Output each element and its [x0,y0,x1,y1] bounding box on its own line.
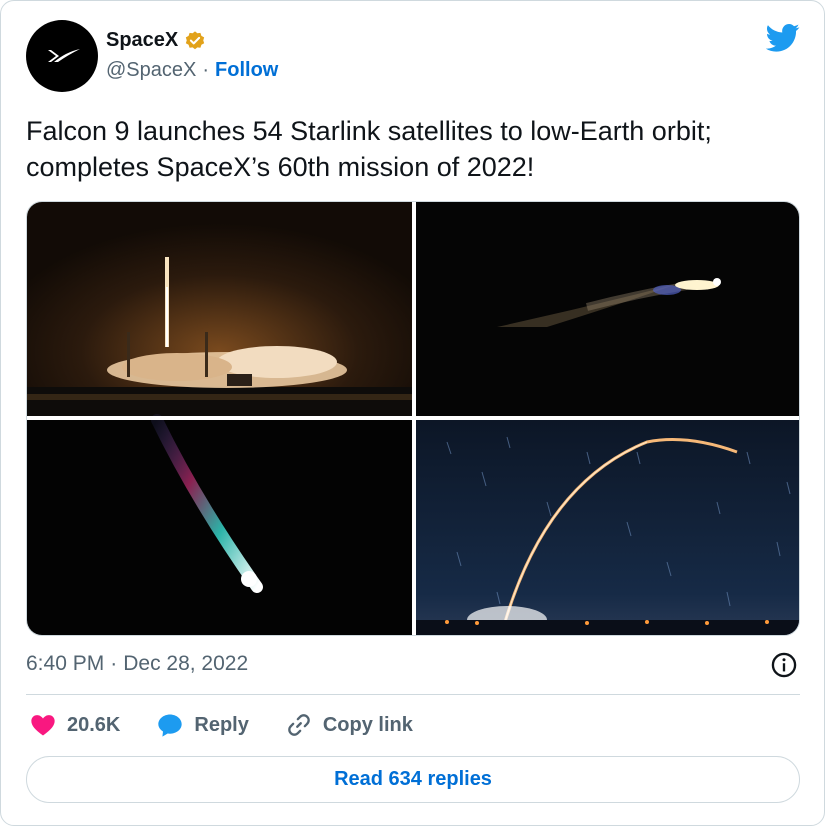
divider [26,694,800,695]
verified-badge-icon [186,30,205,49]
handle-separator: · [202,59,210,81]
link-icon [288,714,310,736]
handle[interactable]: @SpaceX [106,59,196,82]
reply-label: Reply [194,713,249,736]
like-count: 20.6K [67,713,121,736]
tweet-time[interactable]: 6:40 PM [26,652,104,676]
media-grid[interactable] [26,201,800,636]
like-button[interactable]: 20.6K [29,711,120,739]
time-separator: · [110,652,118,675]
launch-photo[interactable] [27,202,412,416]
spacex-logo-icon [48,49,80,62]
author-name-row: SpaceX [106,29,206,52]
read-replies-button[interactable]: Read 634 replies [26,756,800,803]
tweet-text: Falcon 9 launches 54 Starlink satellites… [26,116,712,182]
read-replies-label: Read 634 replies [334,768,492,790]
info-icon[interactable] [770,651,798,679]
copy-link-label: Copy link [322,713,413,736]
heart-icon [31,715,55,736]
plume-photo[interactable] [27,414,412,636]
timestamp-row: 6:40 PM · Dec 28, 2022 [26,649,800,679]
copy-link-button[interactable]: Copy link [285,711,413,739]
actions-bar: 20.6K Reply Copy link [29,707,449,743]
handle-row: @SpaceX · Follow [106,59,278,82]
avatar[interactable] [26,20,98,92]
display-name[interactable]: SpaceX [106,29,178,52]
tweet-card: SpaceX @SpaceX · Follow Falcon 9 launche… [0,0,825,826]
night-flight-photo[interactable] [416,202,800,416]
reply-bubble-icon [158,714,183,737]
reply-button[interactable]: Reply [156,711,249,739]
arc-trail-photo[interactable] [416,420,800,636]
twitter-bird-icon[interactable] [766,23,800,53]
tweet-date[interactable]: Dec 28, 2022 [123,652,248,676]
follow-button[interactable]: Follow [215,59,278,82]
